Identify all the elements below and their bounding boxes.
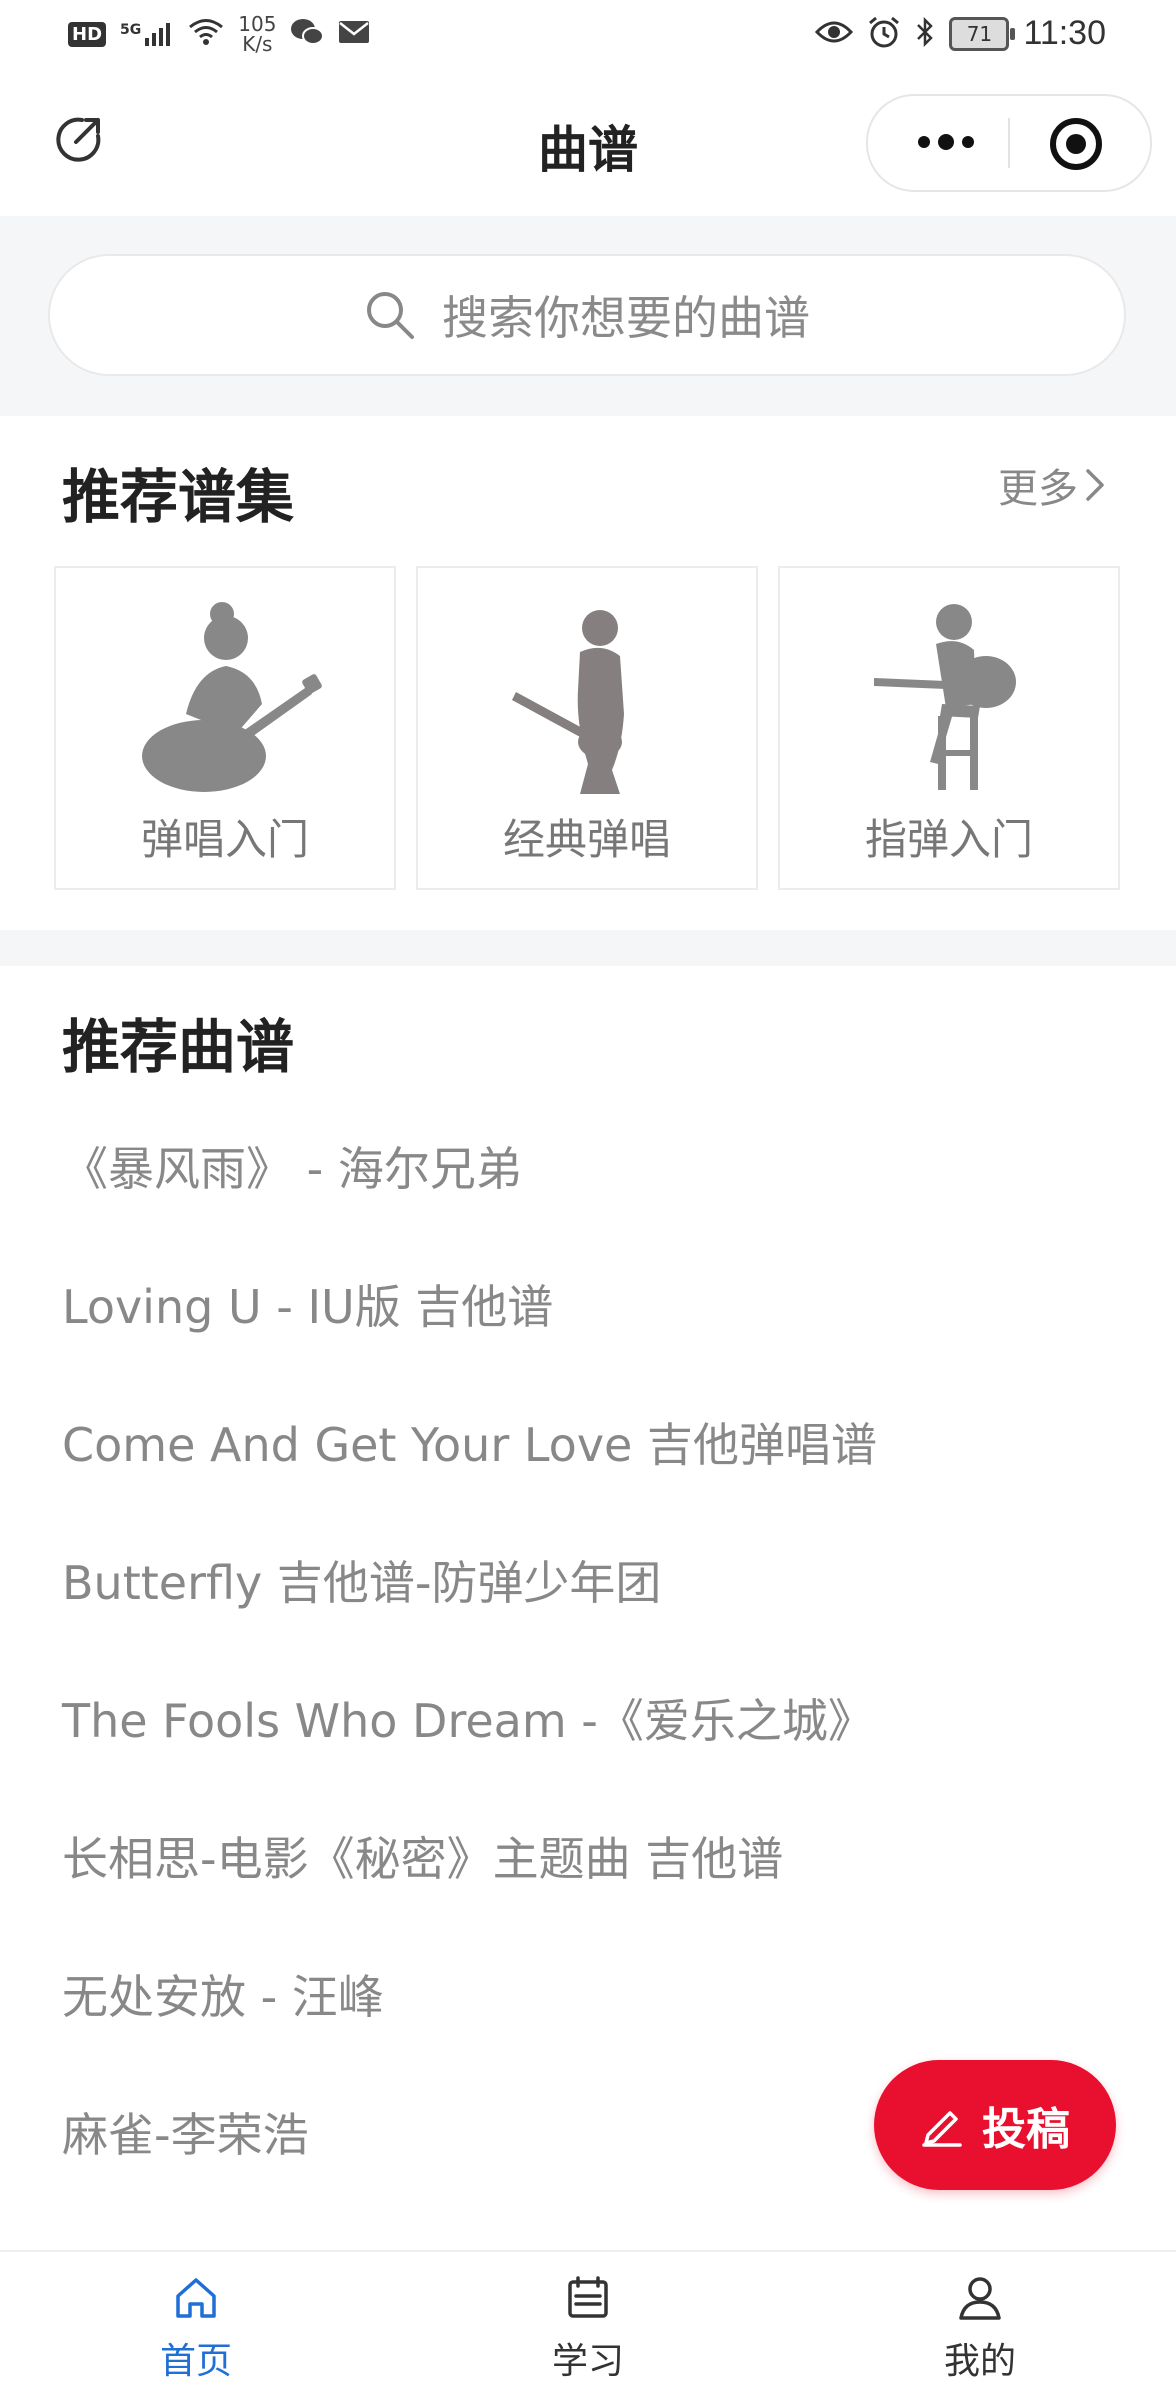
search-placeholder: 搜索你想要的曲谱: [442, 291, 810, 345]
capsule-divider: [1008, 118, 1010, 168]
clock: 11:30: [1023, 14, 1106, 52]
status-bar: HD 5G 105 K/s 71 11:30: [0, 0, 1176, 72]
song-item[interactable]: Loving U - IU版 吉他谱: [62, 1258, 1112, 1396]
songs-title: 推荐曲谱: [62, 1013, 295, 1081]
collection-card[interactable]: 弹唱入门: [54, 566, 396, 890]
target-icon: [1050, 118, 1102, 170]
collection-label: 弹唱入门: [140, 815, 309, 864]
hd-badge: HD: [68, 21, 107, 47]
study-icon: [568, 2276, 608, 2318]
tab-home-label: 首页: [159, 2341, 232, 2382]
search-section: 搜索你想要的曲谱: [0, 216, 1176, 416]
user-icon: [959, 2277, 1001, 2320]
collection-cards: 弹唱入门 经典弹唱 指弹入门: [54, 566, 1122, 890]
collection-label: 指弹入门: [864, 815, 1033, 864]
eye-icon: [815, 19, 854, 49]
more-button[interactable]: [906, 114, 986, 170]
song-item[interactable]: Butterfly 吉他谱-防弹少年团: [62, 1534, 1112, 1672]
net-speed: 105 K/s: [238, 14, 276, 54]
more-label: 更多: [998, 466, 1078, 512]
collections-title: 推荐谱集: [62, 463, 295, 531]
status-right: 71 11:30: [815, 14, 1106, 53]
song-item[interactable]: 长相思-电影《秘密》主题曲 吉他谱: [62, 1810, 1112, 1948]
mini-program-capsule: [866, 94, 1152, 192]
mail-icon: [338, 20, 370, 48]
collection-label: 经典弹唱: [502, 815, 671, 864]
collection-card[interactable]: 指弹入门: [778, 566, 1120, 890]
search-icon: [367, 292, 414, 339]
section-divider: [0, 930, 1176, 966]
collection-card[interactable]: 经典弹唱: [416, 566, 758, 890]
search-input[interactable]: 搜索你想要的曲谱: [48, 254, 1126, 376]
battery-icon: 71: [949, 16, 1016, 51]
song-item[interactable]: The Fools Who Dream -《爱乐之城》: [62, 1672, 1112, 1810]
electric-guitarist-icon: [512, 610, 624, 794]
wechat-icon: [290, 18, 325, 50]
tab-home[interactable]: 首页: [0, 2252, 392, 2402]
signal-icon: 5G: [120, 22, 174, 46]
app-header: 曲谱: [0, 72, 1176, 216]
status-left: HD 5G 105 K/s: [68, 14, 370, 54]
song-item[interactable]: 《暴风雨》 - 海尔兄弟: [62, 1120, 1112, 1258]
net-speed-unit: K/s: [242, 32, 273, 56]
pencil-icon: [922, 2111, 962, 2147]
submit-label: 投稿: [982, 2104, 1070, 2155]
guitarist-singing-icon: [142, 602, 322, 792]
tab-study[interactable]: 学习: [392, 2252, 784, 2402]
bluetooth-icon: [915, 16, 935, 52]
more-icon: [918, 134, 974, 150]
wifi-icon: [188, 18, 224, 50]
signal-type: 5G: [120, 22, 142, 38]
alarm-icon: [867, 15, 901, 53]
tab-bar: 首页 学习 我的: [0, 2250, 1176, 2402]
tab-study-label: 学习: [551, 2341, 624, 2382]
submit-button[interactable]: 投稿: [874, 2060, 1116, 2190]
home-icon: [176, 2278, 216, 2318]
song-item[interactable]: Come And Get Your Love 吉他弹唱谱: [62, 1396, 1112, 1534]
fingerstyle-guitarist-icon: [874, 604, 1016, 790]
tab-mine-label: 我的: [943, 2341, 1016, 2382]
song-list: 《暴风雨》 - 海尔兄弟 Loving U - IU版 吉他谱 Come And…: [62, 1120, 1112, 2224]
chevron-right-icon: [1086, 469, 1104, 501]
tab-mine[interactable]: 我的: [784, 2252, 1176, 2402]
close-mini-program-button[interactable]: [1046, 114, 1106, 174]
more-link[interactable]: 更多: [998, 456, 1106, 514]
